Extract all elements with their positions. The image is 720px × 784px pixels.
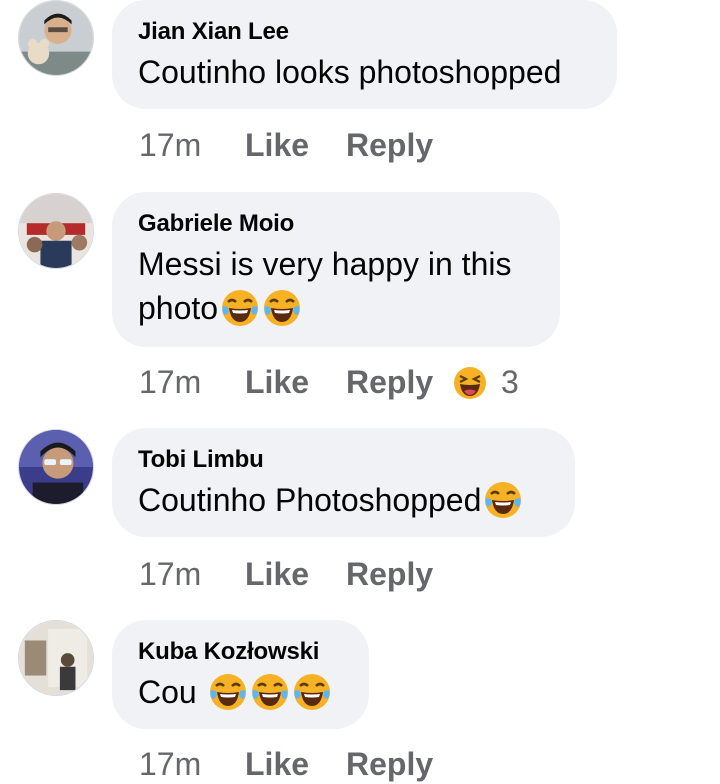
comment-author[interactable]: Gabriele Moio bbox=[138, 210, 534, 238]
reply-button[interactable]: Reply bbox=[346, 554, 433, 594]
laughing-reaction-icon[interactable] bbox=[453, 366, 487, 400]
comment-bubble: Gabriele Moio Messi is very happy in thi… bbox=[112, 192, 560, 347]
tears-of-joy-icon bbox=[483, 480, 523, 520]
reply-button[interactable]: Reply bbox=[346, 744, 433, 784]
comment-text: Coutinho looks photoshopped bbox=[138, 54, 562, 90]
comment-text: Coutinho Photoshopped bbox=[138, 478, 549, 522]
comment-timestamp[interactable]: 17m bbox=[139, 125, 201, 165]
comment-timestamp[interactable]: 17m bbox=[139, 554, 201, 594]
comment-bubble: Jian Xian Lee Coutinho looks photoshoppe… bbox=[112, 0, 617, 109]
comment-text-fragment: Coutinho Photoshopped bbox=[138, 482, 482, 518]
tears-of-joy-icon bbox=[292, 672, 332, 712]
tears-of-joy-icon bbox=[208, 672, 248, 712]
reply-button[interactable]: Reply bbox=[346, 125, 433, 165]
like-button[interactable]: Like bbox=[245, 744, 309, 784]
avatar[interactable] bbox=[18, 0, 94, 76]
like-button[interactable]: Like bbox=[245, 125, 309, 165]
avatar[interactable] bbox=[18, 620, 94, 696]
comment-bubble: Tobi Limbu Coutinho Photoshopped bbox=[112, 428, 575, 537]
comment-text-fragment: Cou bbox=[138, 674, 197, 710]
comment-bubble: Kuba Kozłowski Cou bbox=[112, 620, 369, 729]
comment-timestamp[interactable]: 17m bbox=[139, 744, 201, 784]
reaction-count[interactable]: 3 bbox=[501, 362, 519, 402]
avatar[interactable] bbox=[18, 429, 94, 505]
tears-of-joy-icon bbox=[250, 672, 290, 712]
comment-text-line: photo bbox=[138, 286, 534, 330]
comment-text: Messi is very happy in this photo bbox=[138, 242, 534, 330]
comment-author[interactable]: Jian Xian Lee bbox=[138, 18, 591, 46]
comment-author[interactable]: Kuba Kozłowski bbox=[138, 638, 343, 666]
tears-of-joy-icon bbox=[220, 288, 260, 328]
comment-text-fragment: photo bbox=[138, 290, 219, 326]
like-button[interactable]: Like bbox=[245, 362, 309, 402]
comment-timestamp[interactable]: 17m bbox=[139, 362, 201, 402]
tears-of-joy-icon bbox=[262, 288, 302, 328]
comment-text: Cou bbox=[138, 670, 343, 714]
comment-author[interactable]: Tobi Limbu bbox=[138, 446, 549, 474]
comment-text-line: Messi is very happy in this bbox=[138, 246, 512, 282]
avatar[interactable] bbox=[18, 193, 94, 269]
reply-button[interactable]: Reply bbox=[346, 362, 433, 402]
like-button[interactable]: Like bbox=[245, 554, 309, 594]
